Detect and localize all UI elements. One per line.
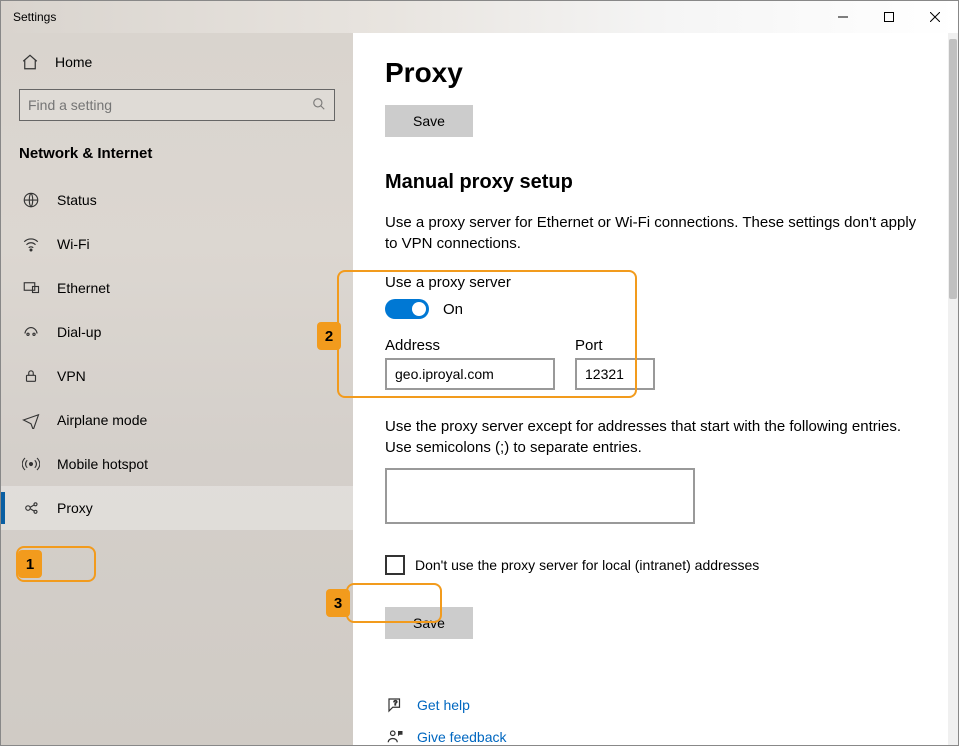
- help-links: ? Get help Give feedback: [385, 689, 918, 745]
- scrollbar-track[interactable]: [948, 33, 958, 745]
- nav-label: Dial-up: [57, 324, 101, 340]
- home-label: Home: [55, 54, 92, 70]
- section-heading: Manual proxy setup: [385, 171, 918, 194]
- page-title: Proxy: [385, 57, 918, 89]
- hotspot-icon: [21, 454, 41, 474]
- address-input[interactable]: [385, 358, 555, 390]
- airplane-icon: [21, 410, 41, 430]
- content-area: Home Network & Internet Status: [1, 33, 958, 745]
- get-help-text: Get help: [417, 697, 470, 713]
- proxy-icon: [21, 498, 41, 518]
- nav-label: Ethernet: [57, 280, 110, 296]
- local-checkbox[interactable]: [385, 555, 405, 575]
- vpn-icon: [21, 366, 41, 386]
- toggle-state: On: [443, 301, 463, 318]
- local-checkbox-label: Don't use the proxy server for local (in…: [415, 557, 759, 573]
- window-title: Settings: [13, 10, 56, 24]
- sidebar-item-vpn[interactable]: VPN: [1, 354, 353, 398]
- get-help-link[interactable]: ? Get help: [385, 689, 918, 721]
- minimize-button[interactable]: [820, 1, 866, 33]
- use-proxy-toggle[interactable]: [385, 299, 429, 319]
- address-port-row: Address Port: [385, 337, 918, 390]
- svg-text:?: ?: [394, 700, 398, 707]
- sidebar-item-airplane[interactable]: Airplane mode: [1, 398, 353, 442]
- dialup-icon: [21, 322, 41, 342]
- sidebar-item-status[interactable]: Status: [1, 178, 353, 222]
- home-icon: [21, 53, 39, 71]
- local-checkbox-row[interactable]: Don't use the proxy server for local (in…: [385, 555, 918, 575]
- maximize-button[interactable]: [866, 1, 912, 33]
- address-label: Address: [385, 337, 555, 354]
- port-input[interactable]: [575, 358, 655, 390]
- give-feedback-link[interactable]: Give feedback: [385, 721, 918, 745]
- use-proxy-label: Use a proxy server: [385, 274, 918, 291]
- sidebar-item-proxy[interactable]: Proxy: [1, 486, 353, 530]
- address-group: Address: [385, 337, 555, 390]
- main-panel: Proxy Save Manual proxy setup Use a prox…: [353, 33, 958, 745]
- status-icon: [21, 190, 41, 210]
- ethernet-icon: [21, 278, 41, 298]
- give-feedback-text: Give feedback: [417, 729, 507, 745]
- scrollbar-thumb[interactable]: [949, 39, 957, 299]
- nav-label: Airplane mode: [57, 412, 147, 428]
- feedback-icon: [385, 727, 405, 745]
- search-wrap: [19, 89, 335, 121]
- exceptions-textarea[interactable]: [385, 468, 695, 524]
- close-button[interactable]: [912, 1, 958, 33]
- search-input[interactable]: [28, 97, 312, 113]
- toggle-row: On: [385, 299, 918, 319]
- sidebar-item-wifi[interactable]: Wi-Fi: [1, 222, 353, 266]
- wifi-icon: [21, 234, 41, 254]
- sidebar-item-home[interactable]: Home: [1, 43, 353, 81]
- sidebar: Home Network & Internet Status: [1, 33, 353, 745]
- nav-label: Status: [57, 192, 97, 208]
- settings-window: Settings Home Network & Interne: [0, 0, 959, 746]
- sidebar-item-dialup[interactable]: Dial-up: [1, 310, 353, 354]
- search-box[interactable]: [19, 89, 335, 121]
- port-group: Port: [575, 337, 655, 390]
- nav-label: VPN: [57, 368, 86, 384]
- except-description: Use the proxy server except for addresse…: [385, 416, 918, 458]
- nav-label: Proxy: [57, 500, 93, 516]
- save-button-bottom[interactable]: Save: [385, 607, 473, 639]
- titlebar: Settings: [1, 1, 958, 33]
- nav-list: Status Wi-Fi Ethernet Dial-up VPN: [1, 178, 353, 530]
- search-icon: [312, 97, 326, 114]
- section-description: Use a proxy server for Ethernet or Wi-Fi…: [385, 212, 918, 254]
- save-button-top[interactable]: Save: [385, 105, 473, 137]
- port-label: Port: [575, 337, 655, 354]
- nav-label: Wi-Fi: [57, 236, 90, 252]
- help-icon: ?: [385, 695, 405, 715]
- section-title: Network & Internet: [1, 137, 353, 178]
- sidebar-item-ethernet[interactable]: Ethernet: [1, 266, 353, 310]
- sidebar-item-hotspot[interactable]: Mobile hotspot: [1, 442, 353, 486]
- nav-label: Mobile hotspot: [57, 456, 148, 472]
